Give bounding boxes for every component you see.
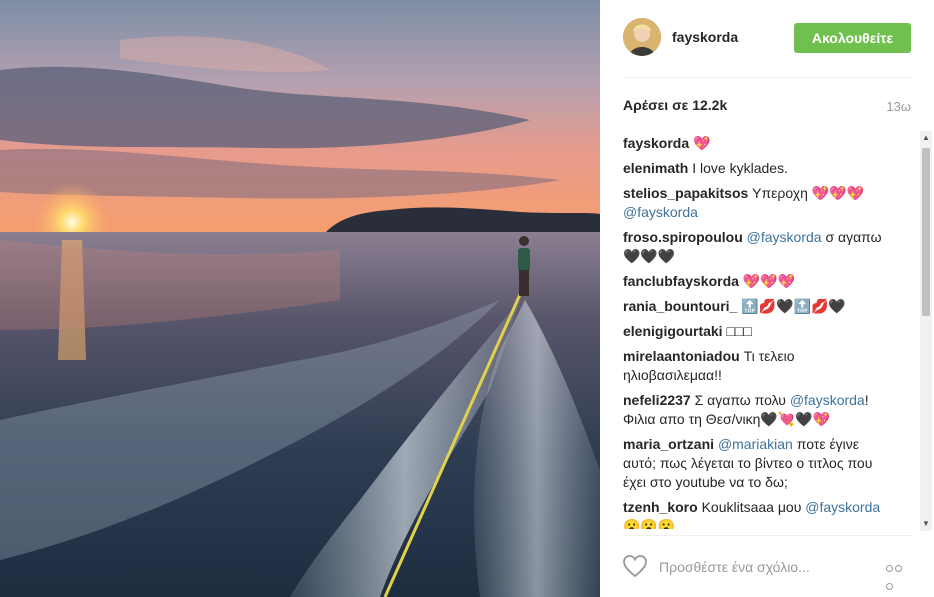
comments-scrollbar[interactable]: ▲ ▼	[920, 131, 932, 531]
comment-username[interactable]: fayskorda	[623, 135, 689, 151]
comment-username[interactable]: tzenh_koro	[623, 499, 698, 515]
more-dot	[886, 565, 893, 572]
more-dot	[886, 583, 893, 590]
comment-mention[interactable]: @fayskorda	[747, 229, 822, 245]
profile-avatar[interactable]	[623, 18, 661, 56]
post-header: fayskorda Ακολουθείτε	[600, 0, 934, 77]
comment-text: Σ αγαπω πολυ	[690, 392, 790, 408]
comment-username[interactable]: elenimath	[623, 160, 688, 176]
comments-list[interactable]: fayskorda 💖 elenimath I love kyklades. ste…	[623, 131, 895, 529]
comment-item: elenigigourtaki □□□	[623, 322, 895, 341]
comment-text: 💖💖💖	[738, 273, 796, 289]
post-photo	[0, 0, 600, 597]
comment-mention[interactable]: @fayskorda	[790, 392, 865, 408]
add-comment-input[interactable]	[657, 554, 851, 580]
post-time[interactable]: 13ω	[886, 99, 911, 114]
heart-icon[interactable]	[622, 554, 648, 578]
comment-item: elenimath I love kyklades.	[623, 159, 895, 178]
comment-item: nefeli2237 Σ αγαπω πολυ @fayskorda! Φιλι…	[623, 391, 895, 429]
header-divider	[622, 77, 912, 78]
avatar-image	[623, 18, 661, 56]
comment-item: mirelaantoniadou Τι τελειο ηλιοβασιλεμαα…	[623, 347, 895, 385]
follow-button[interactable]: Ακολουθείτε	[794, 23, 911, 53]
comment-text: □□□	[722, 323, 752, 339]
comment-item: froso.spiropoulou @fayskorda σ αγαπω 🖤🖤🖤	[623, 228, 895, 266]
more-dot	[895, 565, 902, 572]
scroll-down-arrow-icon[interactable]: ▼	[920, 517, 932, 531]
comment-username[interactable]: fanclubfayskorda	[623, 273, 739, 289]
comment-item: maria_ortzani @mariakian ποτε έγινε αυτό…	[623, 435, 895, 492]
comment-item: fanclubfayskorda 💖💖💖	[623, 272, 895, 291]
sunset-waterski-image	[0, 0, 600, 597]
footer-divider	[622, 535, 912, 536]
comment-username[interactable]: nefeli2237	[623, 392, 691, 408]
comment-text: 🔝💋🖤🔝💋🖤	[737, 298, 846, 314]
likes-count[interactable]: Αρέσει σε 12.2k	[623, 97, 727, 113]
comment-item: tzenh_koro Kouklitsaaa μου @fayskorda 😮😮…	[623, 498, 895, 529]
more-options-icon[interactable]	[886, 559, 912, 590]
comment-username[interactable]: maria_ortzani	[623, 436, 714, 452]
comment-username[interactable]: stelios_papakitsos	[623, 185, 748, 201]
post-username[interactable]: fayskorda	[672, 29, 738, 45]
comment-mention[interactable]: @mariakian	[718, 436, 793, 452]
post-sidebar: fayskorda Ακολουθείτε Αρέσει σε 12.2k 13…	[600, 0, 934, 597]
comment-text: 😮😮😮	[623, 518, 676, 529]
scroll-up-arrow-icon[interactable]: ▲	[920, 131, 932, 145]
comment-mention[interactable]: @fayskorda	[805, 499, 880, 515]
comment-item: stelios_papakitsos Υπεροχη 💖💖💖 @fayskord…	[623, 184, 895, 222]
comment-username[interactable]: froso.spiropoulou	[623, 229, 743, 245]
comment-username[interactable]: rania_bountouri_	[623, 298, 737, 314]
scroll-thumb[interactable]	[922, 148, 930, 316]
comment-text: 💖	[689, 135, 711, 151]
comment-text: Υπεροχη 💖💖💖	[748, 185, 865, 201]
comment-text: Kouklitsaaa μου	[697, 499, 806, 515]
comment-mention[interactable]: @fayskorda	[623, 204, 698, 220]
comment-username[interactable]: elenigigourtaki	[623, 323, 723, 339]
comment-item: rania_bountouri_ 🔝💋🖤🔝💋🖤	[623, 297, 895, 316]
comment-username[interactable]: mirelaantoniadou	[623, 348, 740, 364]
comment-footer	[600, 540, 934, 597]
comment-item: fayskorda 💖	[623, 134, 895, 153]
comment-text: I love kyklades.	[688, 160, 788, 176]
